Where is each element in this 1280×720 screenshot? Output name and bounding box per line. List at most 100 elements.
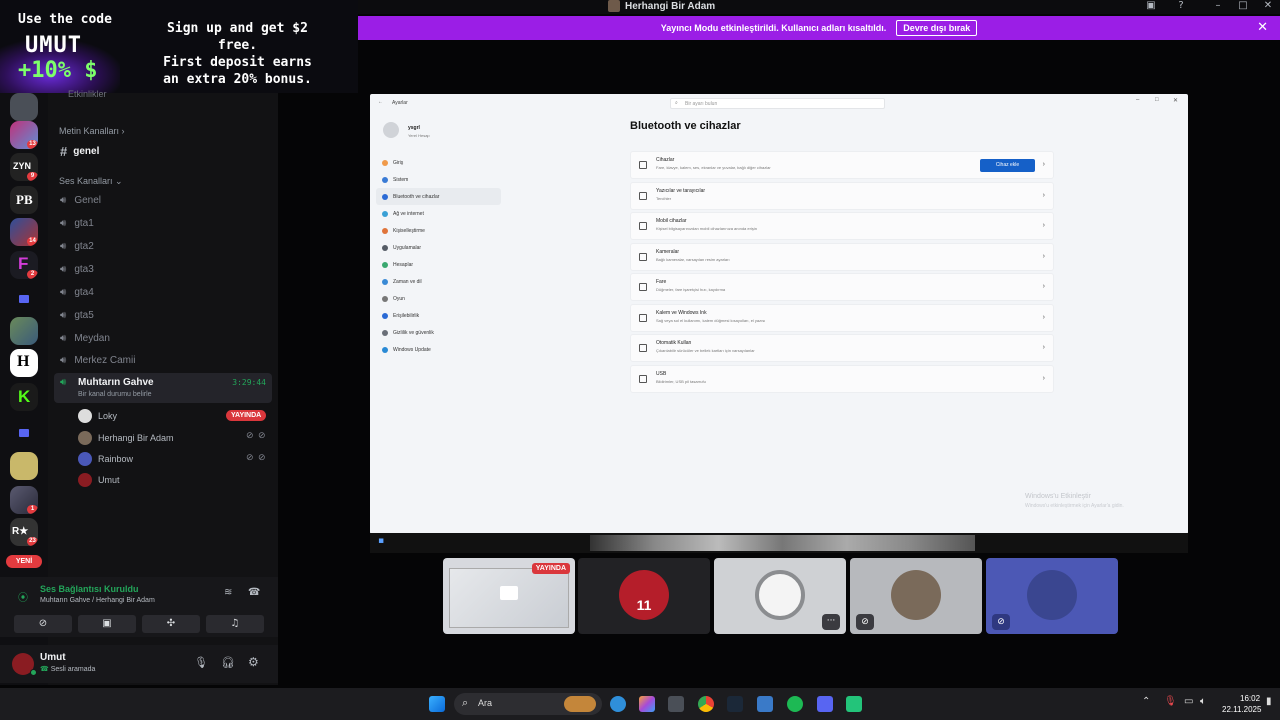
server-icon[interactable]: PB [10,186,38,214]
disconnect-icon[interactable]: ☎ [248,587,260,598]
mic-muted-icon: ⊘ [246,431,254,441]
text-category[interactable]: Metin Kanalları › [59,126,125,136]
active-voice-channel[interactable]: 🔊︎ Muhtarın Gahve 3:29:44 Bir kanal duru… [54,373,272,403]
streamer-mode-banner: Yayıncı Modu etkinleştirildi. Kullanıcı … [358,16,1280,40]
headphones-icon[interactable]: 🎧︎ [221,656,235,669]
voice-category-label: Ses Kanalları [59,176,113,186]
voice-channel[interactable]: 🔊︎ gta2 [60,237,94,255]
store-icon[interactable] [668,696,684,712]
disable-streamer-mode-button[interactable]: Devre dışı bırak [896,20,978,36]
inbox-icon[interactable]: ▣ [1144,0,1158,12]
screen-share-button[interactable]: ▣ [78,615,136,633]
minimize-button[interactable]: – [1211,0,1225,12]
mic-in-use-icon[interactable]: 🎙︎ [1164,696,1177,707]
participant-tile[interactable]: 11 [578,558,710,634]
nav-item: Hesaplar [376,256,501,273]
windows-start-icon[interactable] [429,696,445,712]
voice-channel-name: gta5 [74,309,94,321]
settings-row: Cihazlar Fare, klavye, kalem, ses, ekranl… [630,151,1054,179]
voice-member[interactable]: Herhangi Bir Adam [78,429,174,447]
voice-channel[interactable]: 🔊︎ Merkez Camii [60,351,135,369]
promo-banner[interactable]: Use the code UMUT +10% $ Sign up and get… [0,0,358,93]
username[interactable]: Umut [40,652,66,663]
volume-icon[interactable]: 🔈︎ [1200,696,1206,707]
channel-genel[interactable]: # genel [60,143,99,159]
server-icon[interactable] [10,93,38,121]
server-icon[interactable]: 14 [10,218,38,246]
edge-icon[interactable] [610,696,626,712]
participant-tile[interactable]: ⊘ [986,558,1118,634]
user-status: ☎ Sesli aramada [40,665,95,673]
close-window-button[interactable]: ✕ [1261,0,1275,12]
voice-channel[interactable]: 🔊︎ gta3 [60,260,94,278]
folder-icon[interactable] [10,286,38,314]
profile-sub: Yerel Hesap [408,133,430,138]
voice-status[interactable]: Ses Bağlantısı Kuruldu [40,584,139,594]
stream-taskbar-icons [590,535,975,551]
camera-button[interactable]: ⊘ [14,615,72,633]
server-icon[interactable]: 13 [10,121,38,149]
voice-location[interactable]: Muhtarın Gahve / Herhangi Bir Adam [40,597,155,604]
stream-view[interactable]: ← Ayarlar ⌕ Bir ayarı bulun – □ ✕ ysgrl … [370,94,1188,534]
stream-tile[interactable]: YAYINDA [443,558,575,634]
participant-tile[interactable]: ··· [714,558,846,634]
gear-icon[interactable]: ⚙ [248,655,259,669]
voice-channel[interactable]: 🔊︎ Genel [60,191,101,209]
add-device-button: Cihaz ekle [980,159,1035,172]
network-icon[interactable]: ▭ [1184,696,1193,707]
settings-row: Kameralar Bağlı kameralar, varsayılan res… [630,243,1054,271]
voice-channel-name: gta1 [74,217,94,229]
app-icon[interactable] [846,696,862,712]
help-icon[interactable]: ? [1174,0,1188,12]
activities-button[interactable]: ✣ [142,615,200,633]
tray-chevron-icon[interactable]: ⌃ [1142,696,1150,707]
phone-icon: ☎ [40,666,49,673]
clock-time[interactable]: 16:02 [1240,694,1260,703]
voice-channel[interactable]: 🔊︎ gta1 [60,214,94,232]
new-unreads-pill[interactable]: YENİ [6,555,42,568]
member-name: Umut [98,475,120,485]
voice-member[interactable]: Rainbow [78,450,133,468]
soundboard-button[interactable]: ♫ [206,615,264,633]
chrome-icon[interactable] [698,696,714,712]
server-icon[interactable]: H [10,349,38,377]
participant-tile[interactable]: ⊘ [850,558,982,634]
close-banner-icon[interactable]: ✕ [1257,20,1268,35]
noise-suppression-icon[interactable]: ≋ [224,587,232,598]
server-icon[interactable]: 1 [10,486,38,514]
server-icon[interactable]: R★ 23 [10,518,38,546]
mention-badge: 9 [27,172,38,181]
channel-status-hint[interactable]: Bir kanal durumu belirle [78,391,152,398]
taskbar-search[interactable]: ⌕ Ara [454,693,602,715]
voice-channel[interactable]: 🔊︎ Meydan [60,329,110,347]
copilot-icon[interactable] [639,696,655,712]
nav-item: Uygulamalar [376,239,501,256]
spotify-icon[interactable] [787,696,803,712]
notifications-icon[interactable]: ▮ [1266,696,1272,707]
promo-bonus-value: +10% [18,58,71,83]
microphone-icon[interactable]: 🎙︎ [194,656,208,669]
more-options-icon[interactable]: ··· [822,614,840,630]
partial-channel[interactable]: Etkinlikler [68,89,107,99]
app-icon[interactable] [757,696,773,712]
window-title-text: Herhangi Bir Adam [625,0,716,12]
folder-icon[interactable] [10,420,38,448]
voice-channel[interactable]: 🔊︎ gta4 [60,283,94,301]
steam-icon[interactable] [727,696,743,712]
voice-channel[interactable]: 🔊︎ gta5 [60,306,94,324]
voice-category[interactable]: Ses Kanalları ⌄ [59,176,123,187]
nav-item: Windows Update [376,341,501,358]
clock-date[interactable]: 22.11.2025 [1222,705,1261,714]
settings-row: Mobil cihazlar Kişisel bilgisayarınızdan … [630,212,1054,240]
server-icon[interactable] [10,317,38,345]
discord-icon[interactable] [817,696,833,712]
maximize-button[interactable]: □ [1236,0,1250,12]
server-icon[interactable] [10,452,38,480]
member-name: Loky [98,411,118,421]
voice-member[interactable]: Umut [78,471,120,489]
member-name: Rainbow [98,454,134,464]
server-icon[interactable]: F2 [10,251,38,279]
server-icon[interactable]: ZYN 9 [10,153,38,181]
voice-member[interactable]: Loky [78,407,117,425]
server-icon[interactable]: K [10,383,38,411]
